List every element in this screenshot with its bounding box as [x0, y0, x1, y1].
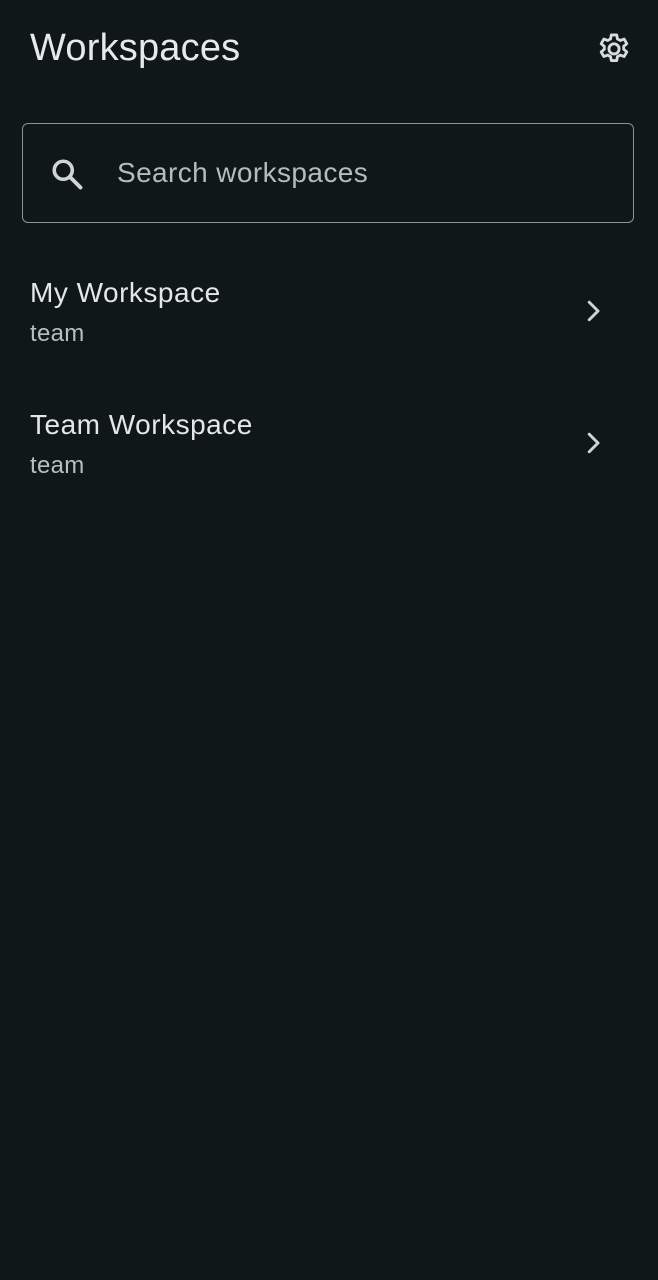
workspace-item-my-workspace[interactable]: My Workspace team	[0, 248, 658, 380]
gear-icon	[599, 33, 629, 63]
search-field[interactable]	[22, 123, 634, 223]
chevron-right-icon	[587, 300, 600, 322]
chevron-right-icon	[587, 432, 600, 454]
workspace-item-team-workspace[interactable]: Team Workspace team	[0, 380, 658, 512]
workspace-type: team	[30, 452, 85, 479]
workspace-list: My Workspace team Team Workspace team	[0, 248, 658, 512]
workspace-name: Team Workspace	[30, 409, 253, 440]
app-header: Workspaces	[0, 0, 658, 100]
page-title: Workspaces	[30, 27, 241, 69]
workspace-type: team	[30, 320, 85, 347]
search-icon	[52, 159, 83, 190]
workspace-name: My Workspace	[30, 277, 221, 308]
search-input[interactable]	[117, 149, 617, 197]
settings-button[interactable]	[590, 26, 638, 74]
